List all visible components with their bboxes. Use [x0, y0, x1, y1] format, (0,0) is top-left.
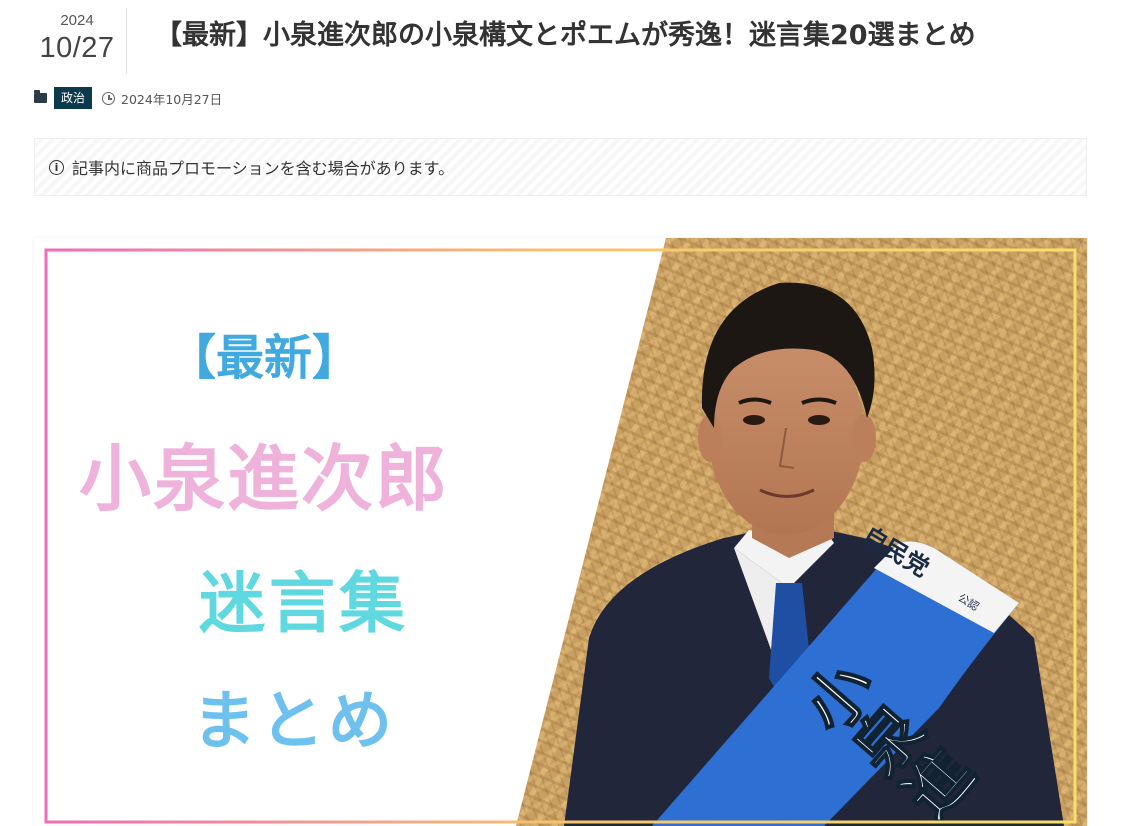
info-icon: i — [49, 159, 64, 175]
promotion-notice: i 記事内に商品プロモーションを含む場合があります。 — [34, 138, 1087, 196]
promotion-notice-text: 記事内に商品プロモーションを含む場合があります。 — [72, 159, 455, 178]
category-link[interactable]: 政治 — [54, 87, 93, 109]
eyecatch-image: 自民党 公認 小泉進 【最新】 小泉進次郎 迷言集 まとめ — [34, 238, 1087, 826]
folder-icon — [34, 90, 47, 103]
published-date: 2024年10月27日 — [121, 91, 223, 107]
clock-icon — [102, 91, 116, 105]
article-title: 【最新】小泉進次郎の小泉構文とポエムが秀逸！迷言集20選まとめ — [155, 20, 976, 51]
post-month-day: 10/27 — [39, 32, 115, 64]
hero-line-latest: 【最新】 — [167, 330, 360, 386]
post-date: 2024 10/27 — [28, 8, 127, 74]
hero-line-summary: まとめ — [192, 685, 396, 759]
hero-line-quotes: 迷言集 — [199, 565, 409, 642]
post-year: 2024 — [60, 12, 94, 29]
hero-line-name: 小泉進次郎 — [78, 437, 449, 521]
article-meta: 政治 2024年10月27日 — [34, 86, 222, 110]
